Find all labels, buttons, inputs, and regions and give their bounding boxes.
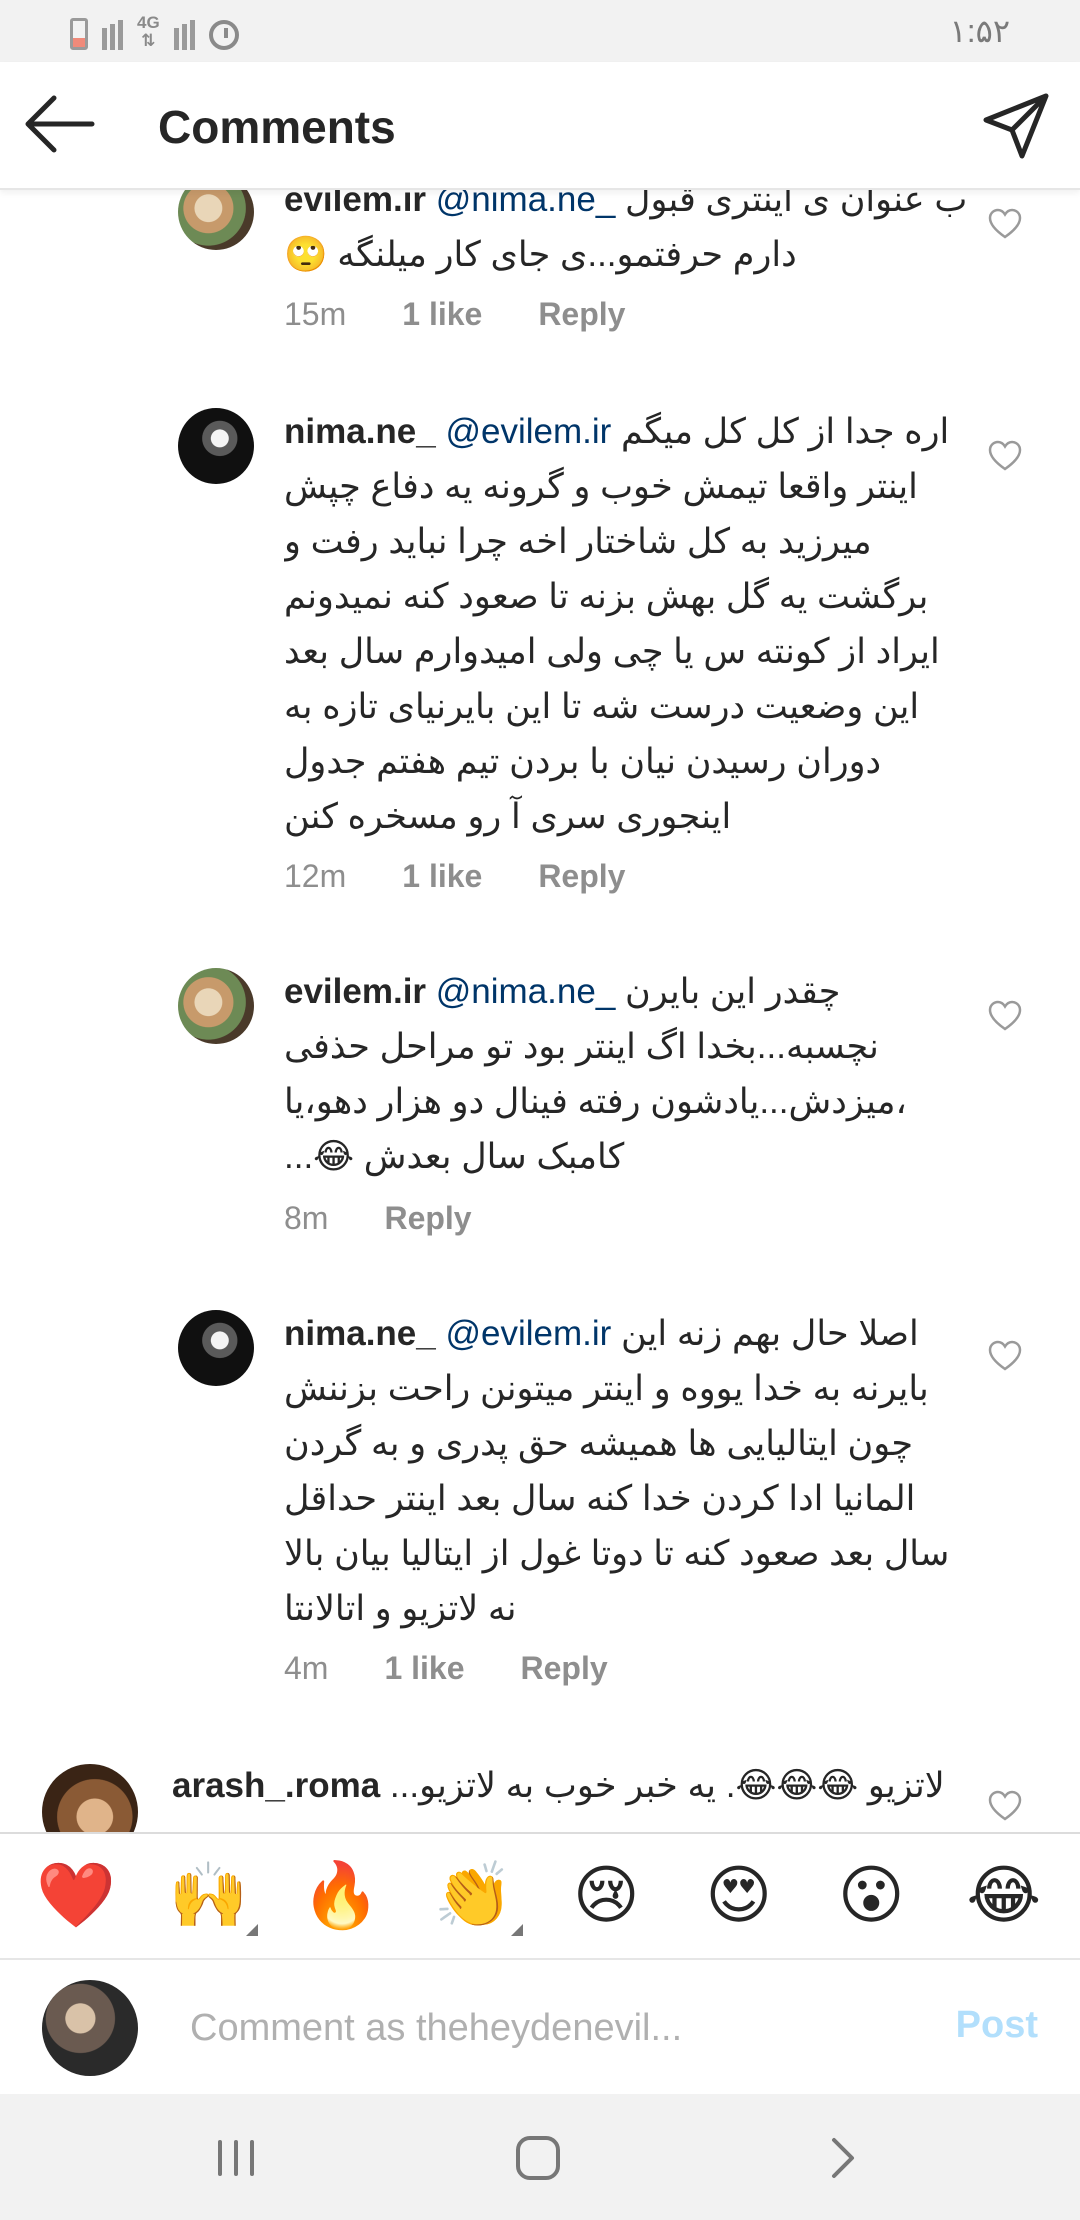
comment-meta: 4m 1 like Reply [284, 1650, 608, 1687]
comment-likes[interactable]: 1 like [384, 1650, 464, 1687]
comment-body: لاتزیو 😂😂😂. یه خبر خوب به لاتزیو... [389, 1766, 945, 1805]
comment-time: 4m [284, 1650, 329, 1686]
avatar[interactable] [178, 1310, 254, 1386]
comment-likes[interactable]: 1 like [402, 858, 482, 895]
heart-outline-icon[interactable] [988, 1000, 1022, 1032]
back-arrow-icon[interactable] [22, 92, 102, 156]
comment-meta: 15m 1 like Reply [284, 296, 625, 333]
skin-tone-indicator [245, 1924, 258, 1936]
direct-send-icon[interactable] [980, 90, 1052, 162]
comment-mention[interactable]: @evilem.ir [445, 412, 611, 451]
comment-feed[interactable]: evilem.ir @nima.ne_ ب عنوان ی اینتری قبو… [0, 190, 1080, 1832]
heart-outline-icon[interactable] [988, 208, 1022, 240]
comment-time: 12m [284, 858, 347, 894]
emoji-heart-eyes[interactable]: 😍 [694, 1864, 784, 1928]
comment-text: arash_.roma لاتزیو 😂😂😂. یه خبر خوب به لا… [172, 1758, 972, 1832]
comment-mention[interactable]: @evilem.ir [445, 1314, 611, 1353]
status-icons: 4G ⇅ [70, 14, 239, 50]
emoji-glyph: 👏 [433, 1859, 514, 1933]
alarm-icon [208, 20, 239, 50]
emoji-glyph: 🙌 [168, 1859, 249, 1933]
heart-outline-icon[interactable] [988, 440, 1022, 472]
emoji-clapping[interactable]: 👏 [429, 1864, 523, 1936]
data-arrows-icon: ⇅ [141, 31, 156, 50]
comment-username[interactable]: nima.ne_ [284, 412, 436, 451]
skin-tone-indicator [510, 1924, 523, 1936]
comment-input[interactable] [190, 1996, 890, 2060]
post-button[interactable]: Post [956, 2004, 1038, 2047]
comment-likes[interactable]: 1 like [402, 296, 482, 333]
recent-apps-icon[interactable] [206, 2130, 266, 2186]
reply-button[interactable]: Reply [384, 1200, 471, 1237]
app-header: Comments [0, 62, 1080, 190]
quick-emoji-bar: ❤️ 🙌 🔥 👏 😢 😍 😮 😂 [0, 1832, 1080, 1960]
avatar[interactable] [42, 1764, 138, 1832]
back-chevron-icon[interactable] [812, 2130, 872, 2186]
reply-button[interactable]: Reply [538, 296, 625, 333]
avatar[interactable] [178, 408, 254, 484]
comment-time: 8m [284, 1200, 329, 1236]
signal-icon [102, 20, 123, 50]
network-label: 4G [137, 13, 160, 32]
emoji-surprised[interactable]: 😮 [826, 1864, 916, 1928]
comment-username[interactable]: evilem.ir [284, 972, 426, 1011]
emoji-laughing[interactable]: 😂 [959, 1864, 1049, 1928]
comment-username[interactable]: evilem.ir [284, 190, 426, 219]
comment-body: اصلا حال بهم زنه این بایرنه به خدا یووه … [284, 1314, 950, 1628]
comment-text: evilem.ir @nima.ne_ ب عنوان ی اینتری قبو… [284, 190, 974, 284]
comment-username[interactable]: arash_.roma [172, 1766, 380, 1805]
current-user-avatar [42, 1980, 138, 2076]
comment-meta: 12m 1 like Reply [284, 858, 625, 895]
reply-button[interactable]: Reply [521, 1650, 608, 1687]
clock: ۱:۵۲ [949, 13, 1010, 49]
comment-mention[interactable]: @nima.ne_ [436, 190, 616, 219]
emoji-heart[interactable]: ❤️ [31, 1864, 121, 1928]
heart-outline-icon[interactable] [988, 1340, 1022, 1372]
page-title: Comments [158, 101, 396, 153]
status-bar: 4G ⇅ ۱:۵۲ [0, 0, 1080, 62]
comment-time: 15m [284, 296, 347, 332]
comment-text: nima.ne_ @evilem.ir اره جدا از کل کل میگ… [284, 404, 974, 844]
comment-body: اره جدا از کل کل میگم اینتر واقعا تیمش خ… [284, 412, 950, 836]
network-indicator: 4G ⇅ [137, 14, 160, 50]
avatar[interactable] [178, 968, 254, 1044]
comment-username[interactable]: nima.ne_ [284, 1314, 436, 1353]
reply-button[interactable]: Reply [538, 858, 625, 895]
comment-composer: Post [0, 1960, 1080, 2094]
battery-icon [70, 18, 88, 50]
comment-text: evilem.ir @nima.ne_ چقدر این بایرن نچسبه… [284, 964, 974, 1186]
emoji-fire[interactable]: 🔥 [296, 1864, 386, 1928]
heart-outline-icon[interactable] [988, 1790, 1022, 1822]
comment-meta: 8m Reply [284, 1200, 472, 1237]
emoji-raising-hands[interactable]: 🙌 [164, 1864, 258, 1936]
comment-text: nima.ne_ @evilem.ir اصلا حال بهم زنه این… [284, 1306, 974, 1638]
signal-icon [173, 20, 195, 50]
system-nav-bar [0, 2094, 1080, 2220]
emoji-crying[interactable]: 😢 [561, 1864, 651, 1928]
avatar[interactable] [178, 190, 254, 250]
comment-mention[interactable]: @nima.ne_ [436, 972, 616, 1011]
home-icon[interactable] [508, 2130, 568, 2186]
